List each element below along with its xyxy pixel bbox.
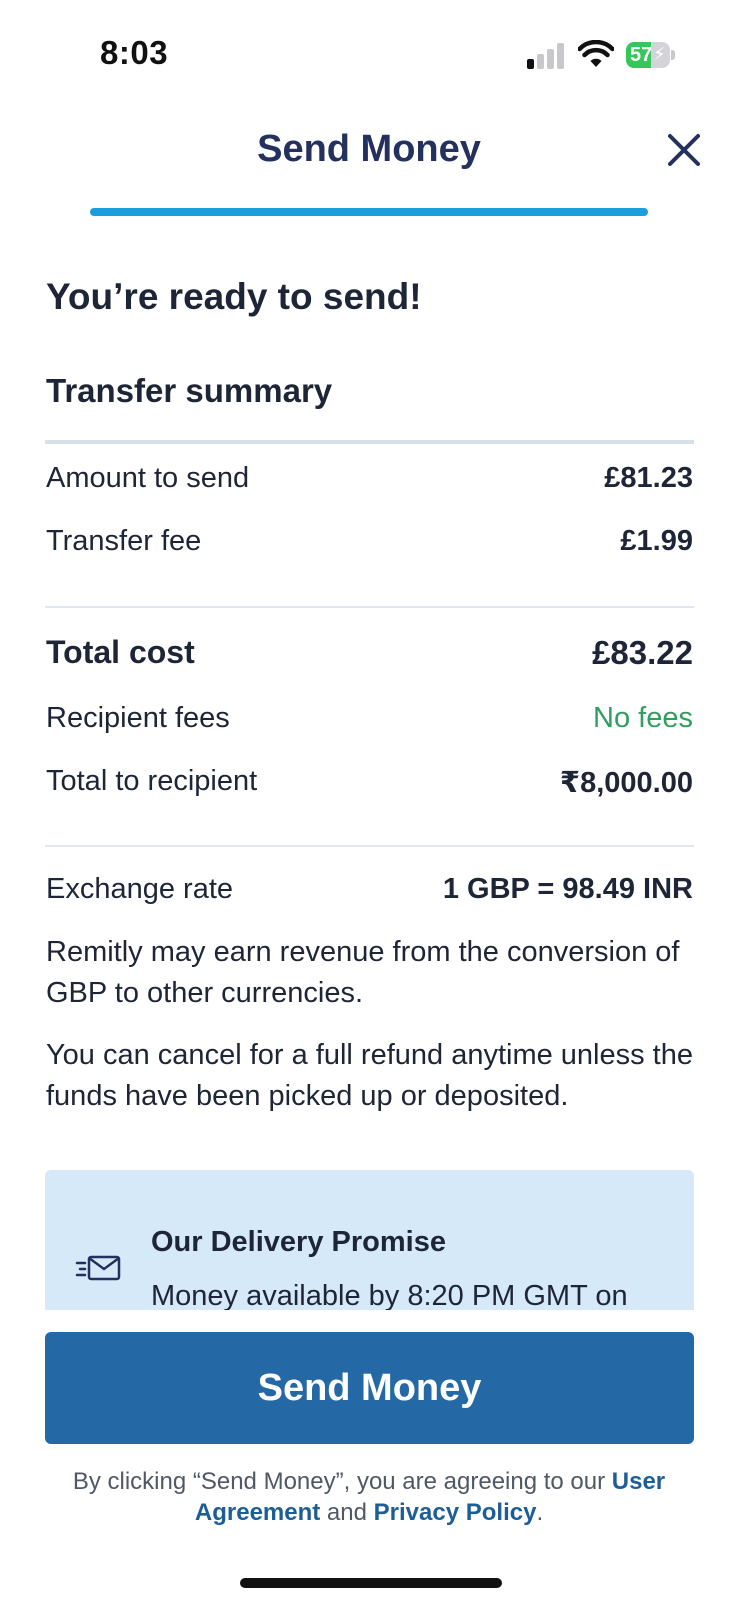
close-button[interactable] <box>666 132 702 168</box>
total-cost-value: £83.22 <box>592 634 693 671</box>
total-to-recipient-value: ₹8,000.00 <box>559 767 693 799</box>
recipient-fees-value: No fees <box>593 702 693 734</box>
transfer-summary-title: Transfer summary <box>46 372 333 409</box>
progress-bar <box>90 208 648 216</box>
battery-cap <box>671 50 675 60</box>
total-cost-label: Total cost <box>46 634 195 670</box>
summary-divider <box>45 440 694 444</box>
recipient-fees-label: Recipient fees <box>46 702 230 734</box>
status-time: 8:03 <box>100 34 169 71</box>
progress-bar-fill <box>90 208 648 216</box>
wifi-icon <box>577 39 615 68</box>
legal-period: . <box>536 1499 544 1526</box>
delivery-promise-card: Our Delivery Promise Money available by … <box>45 1170 694 1310</box>
privacy-policy-link[interactable]: Privacy Policy <box>374 1499 537 1526</box>
fast-mail-icon <box>75 1254 121 1282</box>
revenue-note: Remitly may earn revenue from the conver… <box>46 936 680 1009</box>
amount-to-send-value: £81.23 <box>604 462 693 494</box>
amount-to-send-label: Amount to send <box>46 462 250 494</box>
cancel-note: You can cancel for a full refund anytime… <box>46 1039 693 1112</box>
exchange-rate-value: 1 GBP = 98.49 INR <box>442 873 693 905</box>
battery-level: 57 <box>630 44 653 66</box>
legal-prefix: By clicking “Send Money”, you are agreei… <box>72 1468 612 1495</box>
battery-icon: 57 ⚡ <box>626 42 670 68</box>
legal-and: and <box>320 1499 374 1526</box>
ready-heading: You’re ready to send! <box>46 276 422 317</box>
total-to-recipient-label: Total to recipient <box>46 765 258 797</box>
delivery-promise-text: Money available by 8:20 PM GMT on Thursd… <box>151 1280 628 1310</box>
charging-bolt-icon: ⚡ <box>653 44 666 64</box>
page-title: Send Money <box>257 128 481 170</box>
divider <box>45 845 694 847</box>
exchange-rate-label: Exchange rate <box>46 873 234 905</box>
legal-notice: By clicking “Send Money”, you are agreei… <box>40 1466 698 1528</box>
home-indicator[interactable] <box>240 1578 502 1588</box>
divider <box>45 606 694 608</box>
send-money-button[interactable]: Send Money <box>45 1332 694 1444</box>
transfer-fee-label: Transfer fee <box>46 525 202 557</box>
cellular-signal-icon <box>527 43 567 69</box>
close-icon <box>668 134 700 166</box>
delivery-promise-title: Our Delivery Promise <box>151 1226 446 1258</box>
transfer-fee-value: £1.99 <box>620 525 693 557</box>
